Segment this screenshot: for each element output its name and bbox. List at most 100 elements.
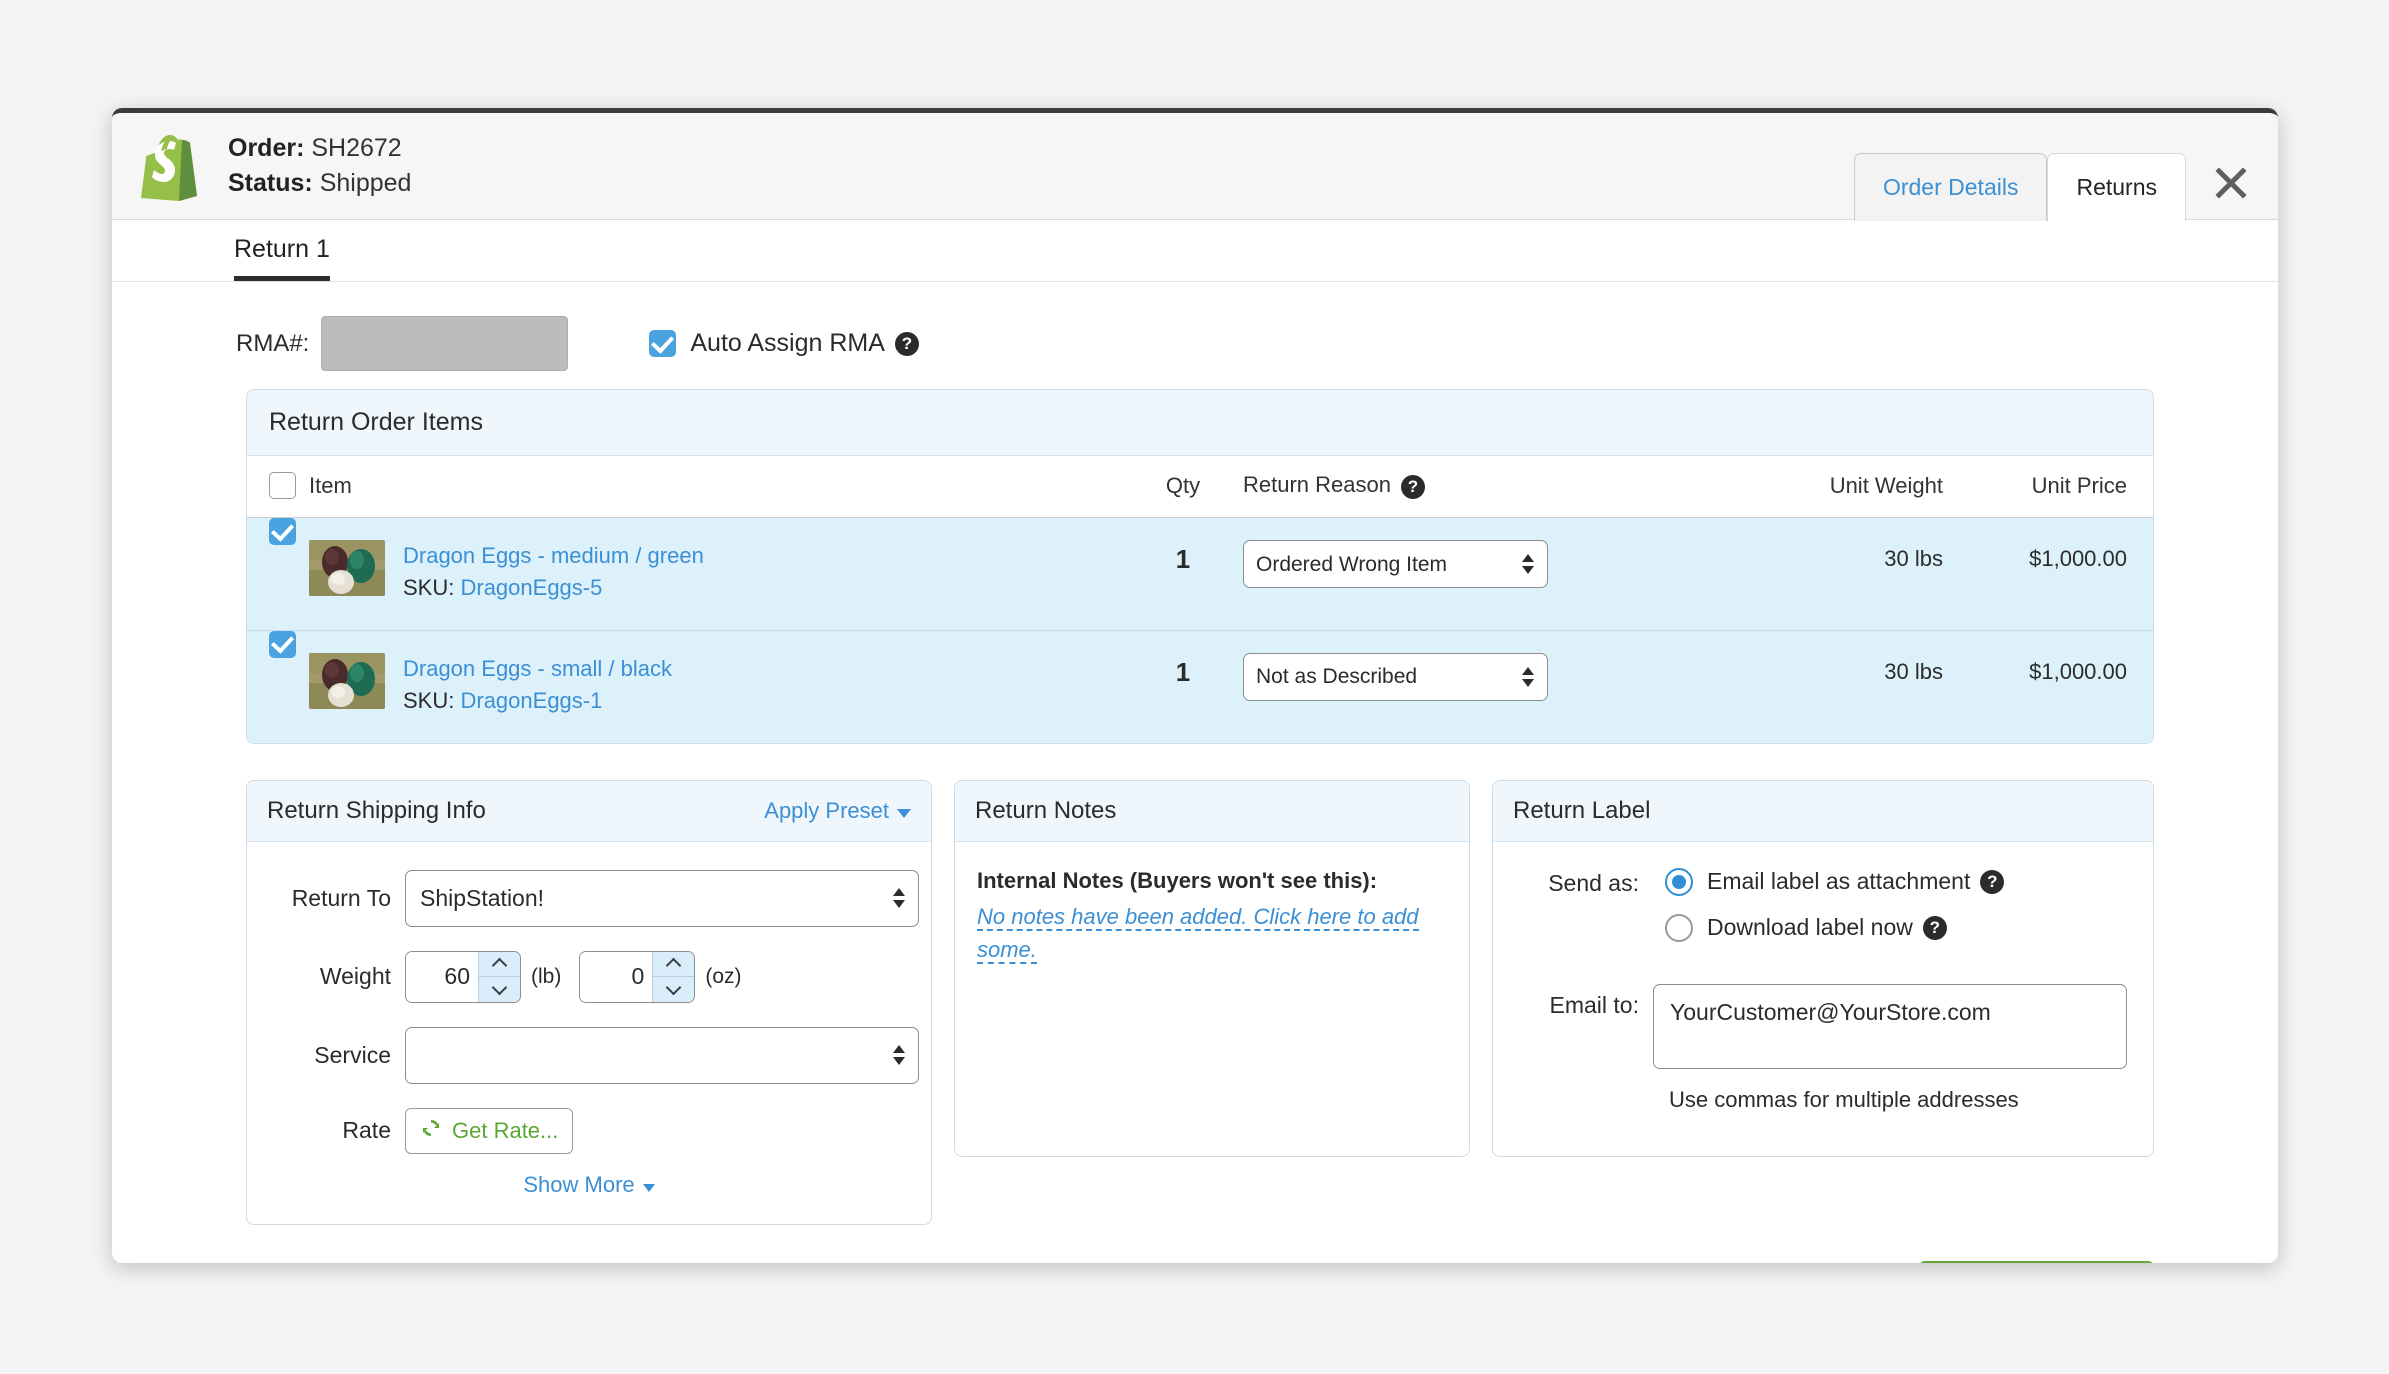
- dialog-footer: Authorize & Email: [112, 1225, 2278, 1263]
- return-to-select[interactable]: ShipStation!: [405, 869, 919, 927]
- table-header-row: Item Qty Return Reason? Unit Weight Unit…: [247, 456, 2153, 518]
- radio-email-attachment[interactable]: [1665, 867, 1693, 896]
- apply-preset-button[interactable]: Apply Preset: [764, 798, 911, 824]
- weight-row: Weight (lb): [273, 950, 905, 1003]
- item-sku-label: SKU:: [403, 574, 455, 600]
- chevron-down-icon: [897, 808, 911, 818]
- return-shipping-info-panel: Return Shipping Info Apply Preset Return…: [246, 779, 932, 1225]
- close-icon[interactable]: [2208, 160, 2254, 206]
- return-order-items-title: Return Order Items: [247, 390, 2153, 456]
- row-weight-cell: 30 lbs: [1703, 517, 1943, 631]
- rma-input[interactable]: [321, 316, 569, 371]
- bottom-panels: Return Shipping Info Apply Preset Return…: [246, 779, 2154, 1225]
- row-checkbox[interactable]: [269, 518, 296, 545]
- status-label: Status:: [228, 169, 313, 197]
- weight-oz-increment[interactable]: [653, 951, 695, 977]
- weight-oz-decrement[interactable]: [653, 976, 695, 1002]
- radio-download-now[interactable]: [1665, 913, 1693, 942]
- add-notes-link[interactable]: No notes have been added. Click here to …: [977, 903, 1419, 964]
- return-label-header: Return Label: [1493, 780, 2153, 842]
- item-sku-label: SKU:: [403, 687, 455, 713]
- internal-notes-label: Internal Notes (Buyers won't see this):: [977, 867, 1378, 893]
- tab-returns[interactable]: Returns: [2047, 153, 2186, 221]
- weight-lb-increment[interactable]: [479, 951, 520, 977]
- product-thumbnail: [309, 540, 385, 596]
- tab-return-1[interactable]: Return 1: [234, 235, 330, 281]
- item-sku: SKU: DragonEggs-5: [403, 575, 602, 600]
- weight-oz-stepper[interactable]: [579, 950, 696, 1003]
- return-reason-select[interactable]: Ordered Wrong Item: [1243, 540, 1548, 588]
- apply-preset-label: Apply Preset: [764, 797, 889, 823]
- weight-lb-input[interactable]: [406, 951, 478, 1002]
- item-unit-weight: 30 lbs: [1884, 546, 1943, 571]
- return-notes-title: Return Notes: [975, 796, 1117, 824]
- select-all-checkbox[interactable]: [269, 472, 296, 499]
- product-thumbnail: [309, 652, 385, 709]
- item-title[interactable]: Dragon Eggs - small / black: [403, 656, 672, 681]
- table-row: Dragon Eggs - small / black SKU: DragonE…: [247, 630, 2153, 743]
- return-label-body: Send as: Email label as attachment ? Dow…: [1493, 842, 2153, 1139]
- send-as-download-option[interactable]: Download label now ?: [1665, 913, 2004, 942]
- item-sku-value[interactable]: DragonEggs-1: [460, 688, 602, 713]
- service-label: Service: [314, 1041, 391, 1068]
- weight-oz-unit: (oz): [705, 964, 742, 988]
- weight-label: Weight: [319, 963, 391, 990]
- get-rate-button[interactable]: Get Rate...: [405, 1107, 574, 1154]
- email-hint: Use commas for multiple addresses: [1669, 1086, 2019, 1112]
- authorize-and-email-button[interactable]: Authorize & Email: [1919, 1260, 2154, 1263]
- return-tab-bar: Return 1: [112, 220, 2278, 282]
- return-shipping-info-title: Return Shipping Info: [267, 796, 486, 824]
- help-icon[interactable]: ?: [894, 331, 919, 356]
- dialog-header: Order: SH2672 Status: Shipped Order Deta…: [112, 113, 2278, 221]
- item-qty: 1: [1175, 544, 1191, 574]
- weight-lb-stepper[interactable]: [405, 950, 521, 1003]
- get-rate-label: Get Rate...: [452, 1117, 559, 1143]
- select-all-header: [247, 456, 309, 518]
- header-unit-price: Unit Price: [1943, 456, 2153, 518]
- item-unit-price: $1,000.00: [2029, 658, 2127, 684]
- row-checkbox[interactable]: [269, 630, 296, 658]
- row-weight-cell: 30 lbs: [1703, 630, 1943, 743]
- order-meta: Order: SH2672 Status: Shipped: [228, 131, 411, 202]
- row-select-cell: [247, 630, 309, 743]
- send-as-label: Send as:: [1548, 869, 1639, 896]
- row-qty-cell: 1: [1123, 517, 1243, 631]
- tab-order-details[interactable]: Order Details: [1853, 153, 2048, 221]
- row-item-cell: Dragon Eggs - small / black SKU: DragonE…: [309, 630, 1123, 743]
- header-return-reason: Return Reason?: [1243, 456, 1703, 518]
- email-to-field[interactable]: YourCustomer@YourStore.com: [1653, 983, 2127, 1069]
- row-qty-cell: 1: [1123, 630, 1243, 743]
- return-notes-panel: Return Notes Internal Notes (Buyers won'…: [954, 779, 1470, 1157]
- return-notes-body: Internal Notes (Buyers won't see this): …: [955, 842, 1469, 992]
- header-item: Item: [309, 456, 1123, 518]
- order-label: Order:: [228, 133, 305, 162]
- help-icon[interactable]: ?: [1922, 915, 1947, 940]
- return-to-label: Return To: [291, 884, 391, 911]
- row-select-cell: [247, 517, 309, 631]
- rate-row: Rate Get Rate...: [273, 1107, 905, 1154]
- show-more-button[interactable]: Show More: [273, 1164, 905, 1198]
- return-label-title: Return Label: [1513, 796, 1651, 824]
- send-as-email-option[interactable]: Email label as attachment ?: [1665, 867, 2005, 896]
- help-icon[interactable]: ?: [1400, 474, 1425, 499]
- rate-label: Rate: [342, 1117, 391, 1144]
- help-icon[interactable]: ?: [1980, 869, 2005, 894]
- item-title[interactable]: Dragon Eggs - medium / green: [403, 543, 704, 568]
- item-unit-weight: 30 lbs: [1884, 658, 1943, 684]
- show-more-label: Show More: [523, 1171, 635, 1197]
- header-actions: Order Details Returns: [1853, 113, 2254, 221]
- return-items-table: Item Qty Return Reason? Unit Weight Unit…: [247, 456, 2153, 743]
- rma-row: RMA#: Auto Assign RMA ?: [112, 282, 2278, 389]
- rma-label: RMA#:: [236, 329, 310, 357]
- row-price-cell: $1,000.00: [1943, 517, 2153, 631]
- status-value: Shipped: [319, 169, 412, 197]
- service-select[interactable]: [405, 1026, 919, 1084]
- return-shipping-info-body: Return To ShipStation! Weight 60 (lb) 0 …: [247, 842, 931, 1224]
- auto-assign-rma-checkbox[interactable]: [649, 330, 677, 357]
- weight-lb-decrement[interactable]: [479, 976, 520, 1002]
- item-sku-value[interactable]: DragonEggs-5: [460, 575, 602, 600]
- row-price-cell: $1,000.00: [1943, 630, 2153, 743]
- weight-oz-input[interactable]: [580, 951, 653, 1002]
- return-reason-select[interactable]: Not as Described: [1243, 652, 1548, 701]
- refresh-icon: [420, 1117, 442, 1145]
